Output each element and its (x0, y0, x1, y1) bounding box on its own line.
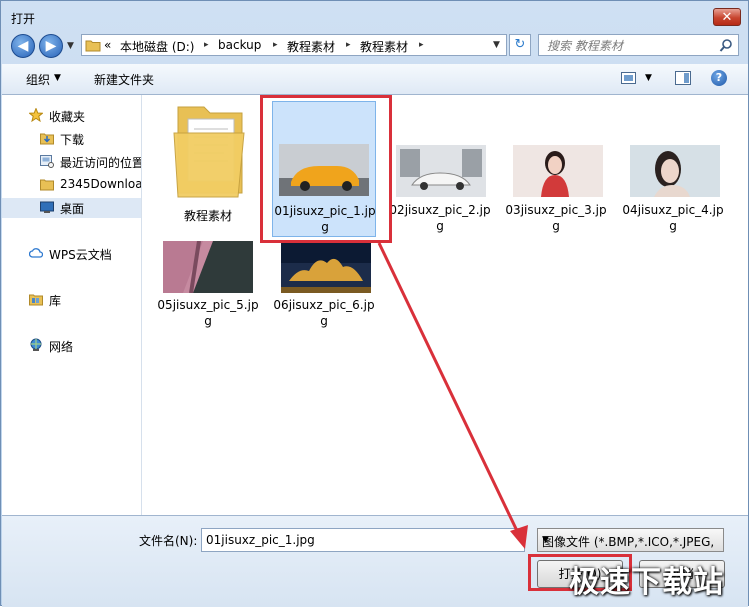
file-item[interactable]: 06jisuxz_pic_6.jpg (272, 241, 376, 341)
sidebar-item-desktop[interactable]: 桌面 (2, 198, 141, 218)
refresh-button[interactable]: ↻ (509, 34, 531, 56)
sidebar-item-wps-cloud[interactable]: WPS云文档 (2, 244, 141, 264)
address-separator[interactable]: ▸ (419, 40, 424, 50)
navigation-bar: ◀ ▶ ▼ « 本地磁盘 (D:) ▸ backup ▸ 教程素材 ▸ 教程素材… (1, 31, 748, 61)
command-toolbar: 组织 ▼ 新建文件夹 ▼ ? (2, 64, 748, 95)
sidebar-item-label: 2345Downloads (60, 177, 141, 191)
view-options-icon[interactable] (621, 72, 637, 85)
image-thumbnail (630, 145, 720, 197)
image-thumbnail (163, 241, 253, 293)
address-history-dropdown[interactable]: ▼ (493, 40, 500, 50)
sidebar-item-network[interactable]: 网络 (2, 336, 141, 356)
file-item[interactable]: 03jisuxz_pic_3.jpg (504, 101, 608, 237)
sidebar-item-downloads[interactable]: 下载 (2, 129, 141, 149)
desktop-icon (40, 201, 54, 213)
sidebar-item-2345downloads[interactable]: 2345Downloads (2, 175, 141, 195)
image-thumbnail (396, 145, 486, 197)
address-segment-backup[interactable]: backup (218, 38, 261, 52)
library-icon (29, 294, 43, 306)
network-icon (30, 338, 42, 351)
image-thumbnail (513, 145, 603, 197)
address-segment-drive[interactable]: 本地磁盘 (D:) (120, 38, 194, 55)
address-bar[interactable]: « 本地磁盘 (D:) ▸ backup ▸ 教程素材 ▸ 教程素材 ▸ ▼ (81, 34, 507, 56)
close-button[interactable]: ✕ (713, 8, 741, 26)
file-name: 教程素材 (183, 209, 232, 223)
file-name: 03jisuxz_pic_3.jpg (505, 203, 607, 233)
recent-pages-dropdown[interactable]: ▼ (67, 41, 74, 51)
title-bar: 打开 ✕ (1, 1, 748, 31)
folder-icon (40, 179, 54, 191)
address-separator[interactable]: ▸ (346, 40, 351, 50)
file-item[interactable]: 04jisuxz_pic_4.jpg (621, 101, 725, 237)
sidebar-item-label: 下载 (60, 133, 85, 147)
address-separator[interactable]: ▸ (204, 40, 209, 50)
sidebar-item-label: 收藏夹 (49, 110, 86, 124)
file-name: 04jisuxz_pic_4.jpg (622, 203, 724, 233)
search-icon[interactable] (719, 38, 733, 54)
forward-button[interactable]: ▶ (39, 34, 63, 58)
highlight-box-selected-file (260, 95, 392, 243)
file-name: 06jisuxz_pic_6.jpg (273, 298, 375, 328)
address-separator[interactable]: ▸ (273, 40, 278, 50)
organize-dropdown-arrow[interactable]: ▼ (54, 73, 61, 83)
watermark-text: 极速下载站 (569, 565, 724, 600)
navigation-pane: 收藏夹 下载 最近访问的位置 2345Downloads 桌面 WPS云文档 库 (2, 95, 142, 515)
sidebar-item-label: 网络 (49, 340, 74, 354)
sidebar-item-label: 桌面 (60, 202, 85, 216)
preview-pane-icon[interactable] (675, 71, 691, 86)
filename-input[interactable] (201, 528, 525, 552)
file-name: 05jisuxz_pic_5.jpg (157, 298, 259, 328)
folder-icon (85, 40, 101, 52)
file-item[interactable]: 05jisuxz_pic_5.jpg (156, 241, 260, 341)
view-options-arrow[interactable]: ▼ (645, 73, 652, 83)
help-icon[interactable]: ? (711, 70, 727, 86)
address-segment-tutorial[interactable]: 教程素材 (287, 38, 335, 55)
download-folder-icon (40, 133, 54, 145)
file-item[interactable]: 02jisuxz_pic_2.jpg (388, 101, 492, 237)
open-file-dialog: 打开 ✕ ◀ ▶ ▼ « 本地磁盘 (D:) ▸ backup ▸ 教程素材 ▸… (0, 0, 749, 607)
chevron-down-icon[interactable]: ▼ (542, 535, 719, 545)
address-prefix[interactable]: « (104, 38, 111, 52)
sidebar-item-library[interactable]: 库 (2, 290, 141, 310)
search-input[interactable] (545, 37, 719, 55)
folder-item[interactable]: 教程素材 (156, 101, 260, 223)
filename-label: 文件名(N): (139, 534, 198, 548)
file-name: 02jisuxz_pic_2.jpg (389, 203, 491, 233)
organize-menu[interactable]: 组织 (26, 71, 50, 88)
sidebar-item-label: 库 (49, 294, 62, 308)
address-segment-tutorial-current[interactable]: 教程素材 (360, 38, 408, 55)
window-title: 打开 (11, 12, 36, 26)
folder-icon (173, 106, 245, 198)
back-button[interactable]: ◀ (11, 34, 35, 58)
sidebar-item-favorites[interactable]: 收藏夹 (2, 106, 141, 126)
file-list: 教程素材 01jisuxz_pic_1.jpg 02jisuxz_pic_2.j… (142, 95, 748, 515)
new-folder-button[interactable]: 新建文件夹 (94, 71, 154, 88)
sidebar-item-label: WPS云文档 (49, 248, 112, 262)
recent-places-icon (40, 155, 54, 168)
image-thumbnail (281, 241, 371, 293)
cloud-icon (29, 248, 43, 258)
sidebar-item-label: 最近访问的位置 (60, 156, 141, 170)
file-type-select[interactable]: 图像文件 (*.BMP,*.ICO,*.JPEG, ▼ (537, 528, 724, 552)
sidebar-item-recent-places[interactable]: 最近访问的位置 (2, 152, 141, 172)
star-icon (29, 108, 43, 122)
search-box[interactable] (538, 34, 739, 56)
